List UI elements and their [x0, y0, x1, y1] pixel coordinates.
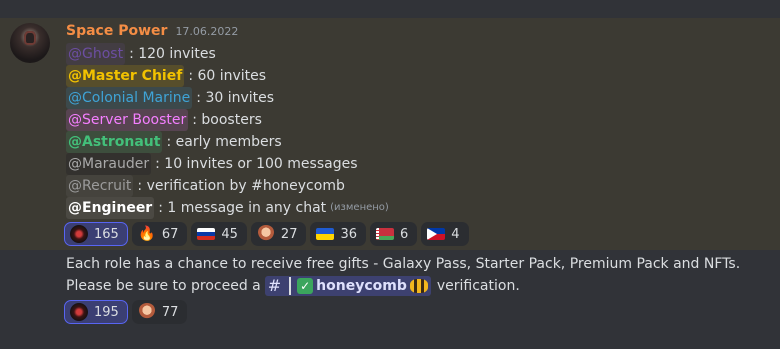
reaction-server-emoji[interactable]: 195	[64, 300, 128, 324]
message2-line1: Each role has a chance to receive free g…	[66, 253, 740, 275]
role-description: : 10 invites or 100 messages	[155, 156, 358, 172]
role-mention-colonial-marine[interactable]: @Colonial Marine	[66, 87, 193, 109]
role-mention-ghost[interactable]: @Ghost	[66, 43, 126, 65]
role-line: @Marauder : 10 invites or 100 messages	[66, 153, 358, 175]
server-emoji-icon	[70, 225, 88, 243]
reaction-fire[interactable]: 🔥 67	[131, 222, 188, 246]
server-emoji-icon	[70, 303, 88, 321]
text-cursor	[289, 277, 292, 295]
reaction-person[interactable]: 27	[250, 222, 307, 246]
role-description: : 60 invites	[188, 68, 267, 84]
role-description: : boosters	[192, 112, 262, 128]
role-description: : 120 invites	[129, 46, 216, 62]
philippines-flag-icon	[427, 228, 446, 240]
reaction-bar: 195 77	[64, 300, 188, 324]
bee-icon	[409, 279, 428, 293]
reaction-count: 4	[451, 226, 460, 242]
message2-line2: Please be sure to proceed a # ✓ honeycom…	[66, 275, 520, 297]
message-header: Space Power 17.06.2022	[66, 23, 238, 43]
role-line: @Engineer : 1 message in any chat (измен…	[66, 197, 389, 219]
reaction-server-emoji[interactable]: 165	[64, 222, 128, 246]
author-name[interactable]: Space Power	[66, 23, 167, 39]
reaction-count: 165	[94, 226, 119, 242]
ukraine-flag-icon	[316, 228, 335, 240]
message-text: Please be sure to proceed a	[66, 278, 261, 294]
role-mention-master-chief[interactable]: @Master Chief	[66, 65, 185, 87]
role-line: @Recruit : verification by #honeycomb	[66, 175, 345, 197]
previous-message-strip	[0, 0, 780, 18]
channel-mention-honeycomb[interactable]: # ✓ honeycomb	[264, 276, 431, 296]
fire-icon: 🔥	[138, 226, 156, 242]
reaction-count: 77	[161, 304, 179, 320]
reaction-count: 67	[161, 226, 179, 242]
reaction-philippines-flag[interactable]: 4	[421, 222, 469, 246]
belarus-flag-icon	[376, 228, 395, 240]
role-description: : 30 invites	[196, 90, 275, 106]
message-highlighted: Space Power 17.06.2022 @Ghost : 120 invi…	[0, 18, 780, 250]
reaction-ukraine-flag[interactable]: 36	[310, 222, 367, 246]
message-text: verification.	[436, 278, 520, 294]
role-line: @Master Chief : 60 invites	[66, 65, 266, 87]
reaction-belarus-flag[interactable]: 6	[370, 222, 418, 246]
avatar[interactable]	[10, 23, 50, 63]
role-line: @Astronaut : early members	[66, 131, 282, 153]
reaction-count: 45	[221, 226, 238, 242]
role-mention-recruit[interactable]: @Recruit	[66, 175, 134, 197]
role-mention-astronaut[interactable]: @Astronaut	[66, 131, 163, 153]
channel-hash-icon: #	[267, 276, 282, 295]
timestamp: 17.06.2022	[175, 25, 239, 38]
reaction-count: 195	[94, 304, 119, 320]
reaction-russia-flag[interactable]: 45	[191, 222, 247, 246]
edited-label: (изменено)	[330, 202, 389, 213]
reaction-bar: 165 🔥 67 45 27 36 6 4	[64, 222, 469, 246]
role-mention-server-booster[interactable]: @Server Booster	[66, 109, 189, 131]
russia-flag-icon	[197, 228, 216, 240]
role-description: : verification by #honeycomb	[137, 178, 345, 194]
reaction-count: 6	[400, 226, 409, 242]
person-emoji-icon	[256, 225, 275, 243]
person-emoji-icon	[137, 303, 156, 321]
role-description: : 1 message in any chat	[158, 200, 327, 216]
reaction-person[interactable]: 77	[131, 300, 188, 324]
reaction-count: 36	[340, 226, 358, 242]
message-text: Each role has a chance to receive free g…	[66, 256, 741, 272]
role-description: : early members	[166, 134, 282, 150]
role-mention-engineer[interactable]: @Engineer	[66, 197, 155, 219]
role-line: @Ghost : 120 invites	[66, 43, 216, 65]
role-mention-marauder[interactable]: @Marauder	[66, 153, 152, 175]
check-mark-icon: ✓	[297, 278, 314, 294]
role-line: @Server Booster : boosters	[66, 109, 262, 131]
reaction-count: 27	[280, 226, 298, 242]
channel-name: honeycomb	[316, 278, 407, 294]
role-line: @Colonial Marine : 30 invites	[66, 87, 274, 109]
